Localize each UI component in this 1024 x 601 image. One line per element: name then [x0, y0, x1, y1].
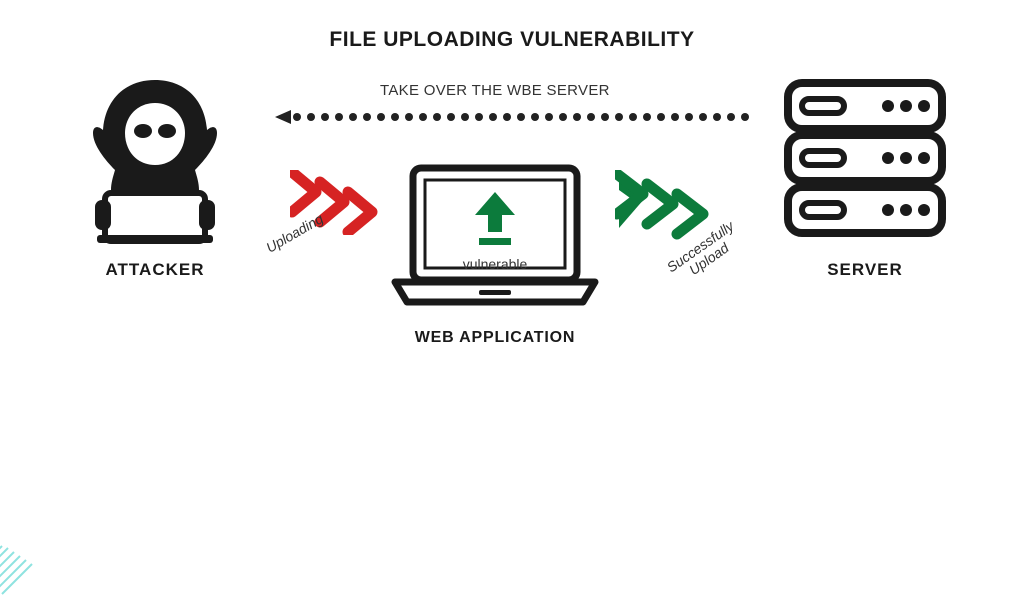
attacker-label: ATTACKER — [70, 260, 240, 280]
takeover-flow-label: TAKE OVER THE WBE SERVER — [380, 82, 610, 99]
server-node: SERVER — [770, 75, 960, 280]
corner-decoration-icon — [0, 476, 100, 596]
webapp-label: WEB APPLICATION — [375, 329, 615, 347]
webapp-status-label: vulnerable — [375, 256, 615, 272]
webapp-node: vulnerable WEB APPLICATION — [375, 160, 615, 347]
server-label: SERVER — [770, 260, 960, 280]
laptop-icon — [385, 297, 605, 314]
attacker-node: ATTACKER — [70, 75, 240, 280]
arrow-left-icon — [275, 110, 291, 124]
attacker-icon — [75, 232, 235, 249]
diagram-title: FILE UPLOADING VULNERABILITY — [329, 28, 694, 52]
server-rack-icon — [780, 232, 950, 249]
takeover-arrow — [275, 108, 755, 126]
